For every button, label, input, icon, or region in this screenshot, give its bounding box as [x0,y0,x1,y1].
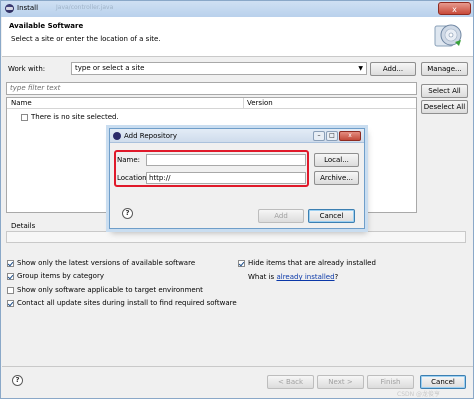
option-latest-versions[interactable]: Show only the latest versions of availab… [7,259,195,267]
column-name[interactable]: Name [11,99,32,107]
minimize-icon[interactable]: – [313,131,325,141]
help-icon[interactable]: ? [122,208,133,219]
chevron-down-icon[interactable]: ▼ [358,63,363,74]
back-button[interactable]: < Back [267,375,314,389]
already-installed-link[interactable]: already installed [276,273,334,281]
window-title-ghost: Java/controller.java [56,4,114,11]
page-title: Available Software [9,22,84,30]
option-label: Hide items that are already installed [248,259,376,267]
footer-divider [2,366,473,367]
work-with-combo[interactable]: type or select a site ▼ [71,62,367,75]
option-checkbox[interactable] [7,286,14,294]
option-label: Group items by category [17,272,104,280]
option-label: Contact all update sites during install … [17,299,237,307]
option-label: Show only software applicable to target … [17,286,203,294]
option-checkbox[interactable] [7,272,14,280]
watermark: CSDN @龙俊亨 [397,391,441,398]
window-title: Install [17,4,39,12]
column-divider[interactable] [243,98,244,109]
column-version[interactable]: Version [247,99,273,107]
page-subtitle: Select a site or enter the location of a… [11,35,161,43]
manage-button[interactable]: Manage... [421,62,468,76]
what-is-prefix: What is [248,273,275,281]
list-item[interactable]: There is no site selected. [21,113,119,121]
details-area[interactable] [6,231,466,243]
details-label: Details [11,222,36,230]
option-target-environment[interactable]: Show only software applicable to target … [7,286,203,294]
option-checkbox[interactable] [238,259,245,267]
option-contact-sites[interactable]: Contact all update sites during install … [7,299,237,307]
location-label: Location: [117,174,149,182]
option-label: Show only the latest versions of availab… [17,259,196,267]
option-checkbox[interactable] [7,259,14,267]
filter-input[interactable]: type filter text [6,82,417,95]
deselect-all-button[interactable]: Deselect All [421,100,468,114]
window-close-button[interactable]: x [438,2,471,15]
add-site-button[interactable]: Add... [370,62,416,76]
dialog-close-icon[interactable]: x [339,131,361,141]
maximize-icon[interactable]: □ [326,131,338,141]
local-button[interactable]: Local... [314,153,359,167]
eclipse-icon [113,132,121,140]
cancel-button[interactable]: Cancel [420,375,466,389]
eclipse-icon [5,4,14,13]
wizard-header: Available Software Select a site or ente… [2,17,473,57]
finish-button[interactable]: Finish [367,375,414,389]
add-button[interactable]: Add [258,209,304,223]
dialog-title-bar[interactable]: Add Repository – □ x [110,129,364,143]
what-is-suffix: ? [334,273,339,281]
option-group-by-category[interactable]: Group items by category [7,272,104,280]
name-label: Name: [117,156,141,164]
list-item-checkbox[interactable] [21,113,28,121]
help-icon[interactable]: ? [12,375,23,386]
option-hide-installed[interactable]: Hide items that are already installed [238,259,376,267]
option-checkbox[interactable] [7,299,14,307]
location-field[interactable]: http:// [146,172,306,184]
add-repository-dialog: Add Repository – □ x Name: Location: htt… [109,128,365,229]
archive-button[interactable]: Archive... [314,171,359,185]
next-button[interactable]: Next > [317,375,364,389]
work-with-label: Work with: [8,65,46,73]
close-icon: x [452,5,457,14]
list-empty-message: There is no site selected. [31,113,119,121]
install-disc-icon [434,24,462,47]
dialog-title: Add Repository [124,132,177,140]
name-field[interactable] [146,154,306,166]
dialog-cancel-button[interactable]: Cancel [308,209,355,223]
title-bar[interactable]: Install Java/controller.java x [1,1,473,17]
select-all-button[interactable]: Select All [421,84,468,98]
what-is-installed: What is already installed? [248,273,338,281]
work-with-value: type or select a site [75,64,145,72]
list-header: Name Version [7,98,416,109]
